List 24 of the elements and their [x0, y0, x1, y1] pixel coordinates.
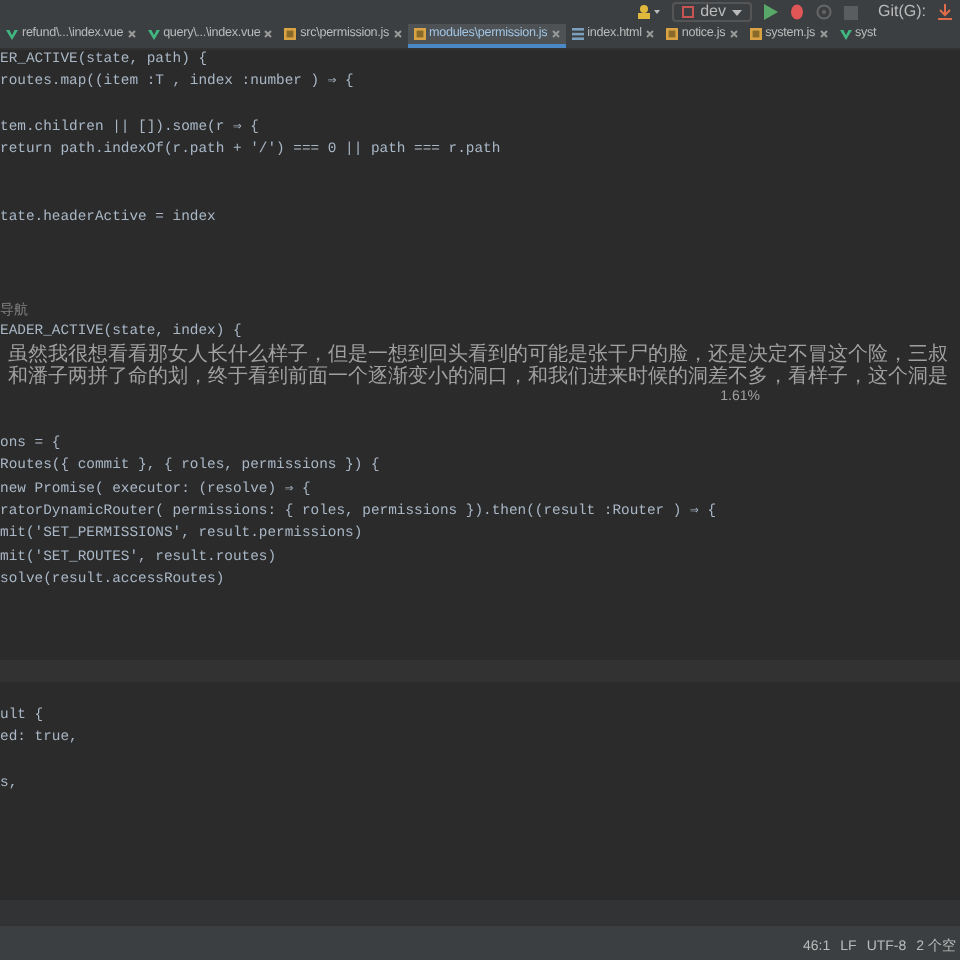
close-icon[interactable]	[551, 30, 560, 38]
vcs-label: Git(G):	[878, 0, 926, 24]
user-icon[interactable]	[636, 4, 661, 20]
config-icon	[682, 6, 695, 18]
js-file-icon	[749, 28, 762, 40]
caret-icon	[732, 9, 742, 15]
reader-text: 虽然我很想看看那女人长什么样子，但是一想到回头看到的可能是张干尸的脸，还是决定不冒这个险，三叔和潘子两拼了命的划，终于看到前面一个逐渐变小的洞口，和我们进来时候的洞差不多，看样子，这个洞是	[8, 343, 948, 388]
js-file-icon	[413, 28, 426, 40]
vue-icon	[6, 29, 18, 39]
close-icon[interactable]	[645, 30, 654, 38]
close-icon[interactable]	[264, 30, 273, 38]
vue-icon	[147, 29, 160, 39]
html-file-icon	[571, 28, 584, 40]
close-icon[interactable]	[729, 30, 738, 38]
run-config-dropdown[interactable]: dev	[672, 2, 752, 22]
run-icon[interactable]	[764, 4, 778, 20]
debug-icon[interactable]	[790, 4, 804, 20]
vue-icon	[839, 29, 852, 39]
js-file-icon	[665, 28, 678, 40]
close-icon[interactable]	[393, 30, 402, 38]
close-icon[interactable]	[127, 30, 136, 38]
update-icon[interactable]	[938, 4, 952, 20]
close-icon[interactable]	[819, 30, 828, 38]
js-file-icon	[284, 28, 297, 40]
